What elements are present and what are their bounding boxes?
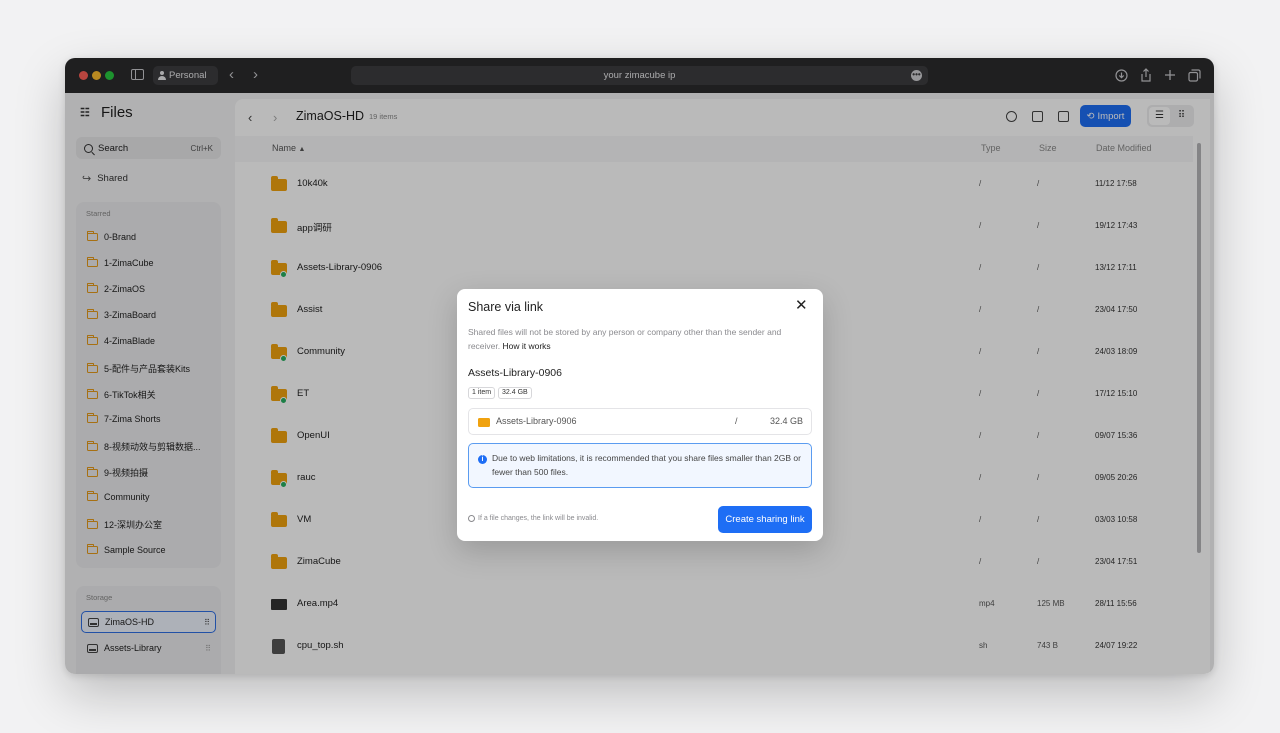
selected-file-name: Assets-Library-0906 (496, 416, 577, 426)
share-dialog: Share via link ✕ Shared files will not b… (457, 289, 823, 541)
selected-file-type: / (735, 416, 738, 426)
item-count-chip: 1 item (468, 387, 496, 399)
folder-icon (478, 418, 490, 427)
info-icon: i (478, 455, 487, 464)
shared-file-name: Assets-Library-0906 (468, 367, 562, 379)
browser-window: Personal ‹ › your zimacube ip ••• ☷ File… (65, 58, 1214, 674)
selected-file-row: Assets-Library-0906 / 32.4 GB (468, 408, 812, 435)
clock-icon (468, 515, 475, 522)
create-sharing-link-button[interactable]: Create sharing link (718, 506, 812, 533)
close-icon[interactable]: ✕ (795, 298, 808, 313)
notice-text: Due to web limitations, it is recommende… (492, 453, 801, 477)
how-it-works-link[interactable]: How it works (503, 341, 551, 351)
dialog-title: Share via link (468, 300, 544, 314)
footer-note-text: If a file changes, the link will be inva… (478, 515, 599, 522)
dialog-description: Shared files will not be stored by any p… (468, 325, 808, 353)
footer-note: If a file changes, the link will be inva… (468, 515, 598, 522)
selected-file-size: 32.4 GB (770, 416, 804, 426)
size-chip: 32.4 GB (498, 387, 532, 399)
limit-notice: i Due to web limitations, it is recommen… (468, 443, 812, 488)
